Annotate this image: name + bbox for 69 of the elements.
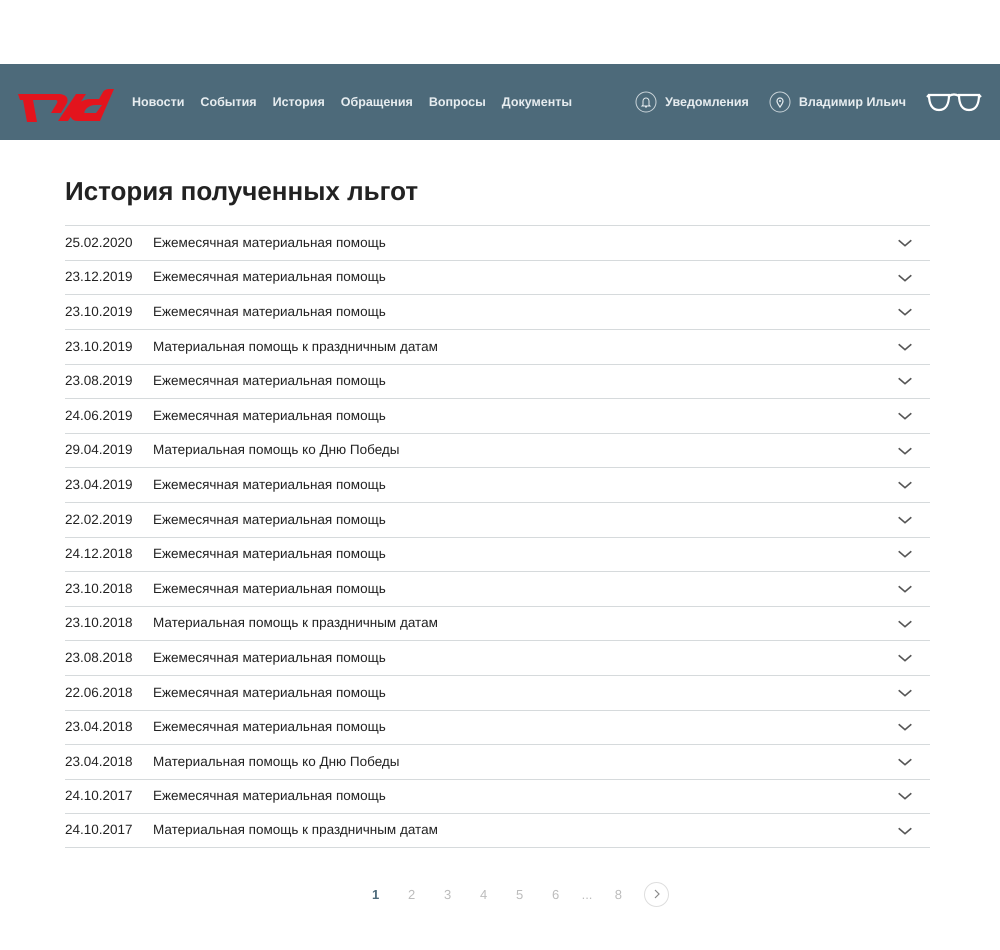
list-row[interactable]: 29.04.2019 Материальная помощь ко Дню Победы xyxy=(65,432,930,468)
location-pin-icon[interactable] xyxy=(768,91,791,113)
list-row[interactable]: 23.08.2019 Ежемесячная материальная помощь xyxy=(65,364,930,398)
list-row[interactable]: 24.06.2019 Ежемесячная материальная помощь xyxy=(65,398,930,433)
list-row[interactable]: 23.10.2018 Ежемесячная материальная помощь xyxy=(65,571,930,606)
date-text: 23.10.2018 xyxy=(65,614,134,632)
benefit-name: Материальная помощь к праздничным датам xyxy=(153,614,438,632)
benefit-name: Материальная помощь к праздничным датам xyxy=(153,338,438,356)
list-row[interactable]: 24.12.2018 Ежемесячная материальная помощь xyxy=(65,536,930,572)
benefit-name: Ежемесячная материальная помощь xyxy=(153,787,386,806)
benefit-name: Материальная помощь ко Дню Победы xyxy=(153,752,400,771)
list-row[interactable]: 22.06.2018 Ежемесячная материальная помощь xyxy=(65,674,930,710)
nav-link[interactable]: История xyxy=(272,92,325,112)
date-text: 25.02.2020 xyxy=(65,234,134,252)
list-row[interactable]: 23.04.2019 Ежемесячная материальная помощь xyxy=(65,467,930,502)
benefit-name: Ежемесячная материальная помощь xyxy=(153,510,386,529)
nav-link[interactable]: Документы xyxy=(502,92,572,112)
benefit-name: Материальная помощь ко Дню Победы xyxy=(153,441,400,460)
glasses-icon[interactable] xyxy=(926,91,982,113)
benefit-name: Ежемесячная материальная помощь xyxy=(153,684,386,702)
benefit-name: Ежемесячная материальная помощь xyxy=(153,406,386,425)
nav-link[interactable]: Новости xyxy=(132,92,184,112)
list-row[interactable]: 23.10.2019 Ежемесячная материальная помощь xyxy=(65,294,930,329)
date-text: 23.10.2018 xyxy=(65,580,134,598)
chevron-right-icon xyxy=(652,889,661,900)
benefit-name: Материальная помощь к праздничным датам xyxy=(153,821,438,840)
date-text: 24.10.2017 xyxy=(65,787,134,806)
user-name-link[interactable]: Владимир Ильич xyxy=(798,92,906,112)
benefit-name: Ежемесячная материальная помощь xyxy=(153,303,386,322)
date-text: 24.12.2018 xyxy=(65,545,134,564)
notifications-link[interactable]: Уведомления xyxy=(665,92,749,112)
list-row[interactable]: 24.10.2017 Материальная помощь к праздничным датам xyxy=(65,813,930,848)
date-text: 24.06.2019 xyxy=(65,406,134,425)
list-row[interactable]: 23.08.2018 Ежемесячная материальная помощь xyxy=(65,640,930,675)
bell-icon[interactable] xyxy=(635,91,658,113)
list-row[interactable]: 23.12.2019 Ежемесячная материальная помощь xyxy=(65,260,930,294)
nav-link[interactable]: Обращения xyxy=(340,92,413,112)
list-row[interactable]: 23.10.2018 Материальная помощь к праздничным датам xyxy=(65,606,930,640)
benefit-name: Ежемесячная материальная помощь xyxy=(153,648,386,667)
benefit-name: Ежемесячная материальная помощь xyxy=(153,476,386,494)
date-text: 24.10.2017 xyxy=(65,821,134,840)
nav-link[interactable]: События xyxy=(200,92,257,112)
date-text: 23.12.2019 xyxy=(65,268,134,286)
date-text: 22.02.2019 xyxy=(65,510,134,529)
list-row[interactable]: 22.02.2019 Ежемесячная материальная помощь xyxy=(65,502,930,537)
date-text: 23.04.2018 xyxy=(65,718,134,736)
date-text: 23.10.2019 xyxy=(65,338,134,356)
list-row[interactable]: 23.10.2019 Материальная помощь к праздничным датам xyxy=(65,328,930,364)
list-row[interactable]: 23.04.2018 Ежемесячная материальная помощь xyxy=(65,710,930,744)
benefit-name: Ежемесячная материальная помощь xyxy=(153,372,386,390)
page-button[interactable]: 1 xyxy=(366,884,386,904)
list-row[interactable]: 23.04.2018 Материальная помощь ко Дню Победы xyxy=(65,744,930,779)
nav-link[interactable]: Вопросы xyxy=(428,92,486,112)
date-text: 23.04.2018 xyxy=(65,752,134,771)
list-row[interactable]: 24.10.2017 Ежемесячная материальная помощь xyxy=(65,778,930,814)
date-text: 29.04.2019 xyxy=(65,441,134,460)
pagination-ellipsis: ... xyxy=(582,886,592,904)
date-text: 22.06.2018 xyxy=(65,684,134,702)
date-text: 23.08.2019 xyxy=(65,372,134,390)
benefit-name: Ежемесячная материальная помощь xyxy=(153,234,386,252)
list-row[interactable]: 25.02.2020 Ежемесячная материальная помощь xyxy=(65,225,930,260)
page-title: История полученных льгот xyxy=(65,176,420,208)
benefit-name: Ежемесячная материальная помощь xyxy=(153,268,386,286)
date-text: 23.04.2019 xyxy=(65,476,134,494)
benefit-name: Ежемесячная материальная помощь xyxy=(153,580,386,598)
benefit-name: Ежемесячная материальная помощь xyxy=(153,718,386,736)
date-text: 23.10.2019 xyxy=(65,303,134,322)
date-text: 23.08.2018 xyxy=(65,648,134,667)
benefit-name: Ежемесячная материальная помощь xyxy=(153,545,386,564)
